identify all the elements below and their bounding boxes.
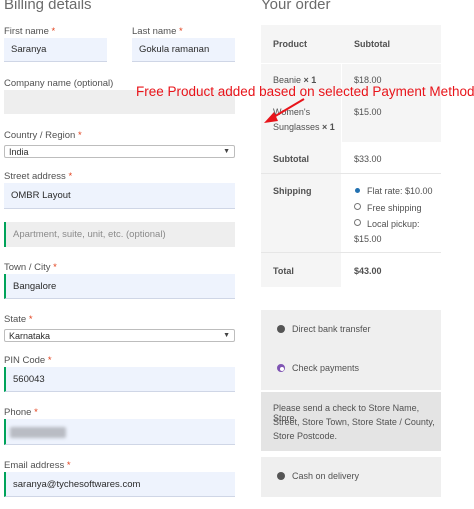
subtotal-value: $33.00 [354,154,382,164]
country-label: Country / Region * [4,130,82,141]
state-value: Karnataka [9,330,51,341]
payment-label-cod: Cash on delivery [292,471,360,481]
town-input[interactable]: Bangalore [4,274,235,299]
description-line: Store Postcode. [273,431,338,441]
shipping-local-pickup-price: $15.00 [354,234,382,244]
state-select[interactable]: Karnataka ▼ [4,329,235,342]
chevron-down-icon: ▼ [223,332,230,339]
first-name-label: First name * [4,26,56,37]
subtotal-label: Subtotal [273,154,309,164]
total-value: $43.00 [354,266,382,276]
annotation-arrow-icon [264,98,305,123]
shipping-radio-local-pickup[interactable] [354,219,361,226]
radio-icon [277,472,285,480]
totals-divider [261,173,441,174]
pin-input[interactable]: 560043 [4,367,235,392]
street-line2-input[interactable]: Apartment, suite, unit, etc. (optional) [4,222,235,247]
street-input[interactable]: OMBR Layout [4,183,235,209]
shipping-radio-free[interactable] [354,203,361,210]
first-name-input[interactable]: Saranya [4,38,107,62]
payment-method-bank-transfer[interactable]: Direct bank transfer [261,310,441,350]
shipping-label: Shipping [273,186,312,196]
street-label: Street address * [4,171,73,182]
shipping-option-local-pickup[interactable]: Local pickup: [367,219,420,229]
product-column-header: Product [273,39,308,49]
chevron-down-icon: ▼ [223,148,230,155]
order-item-price: $15.00 [354,107,382,117]
email-label: Email address * [4,460,71,471]
shipping-radio-flat-rate[interactable] [355,188,360,193]
phone-label: Phone * [4,407,38,418]
country-value: India [9,146,29,157]
payment-label-bank-transfer: Direct bank transfer [292,324,371,334]
totals-divider [261,252,441,253]
redacted-phone-value [10,427,66,438]
last-name-label: Last name * [132,26,183,37]
shipping-option-flat-rate[interactable]: Flat rate: $10.00 [367,186,433,196]
order-column-divider [341,64,342,142]
pin-label: PIN Code * [4,355,52,366]
payment-label-check: Check payments [292,363,360,373]
radio-icon [277,325,285,333]
order-divider [261,63,441,64]
company-label: Company name (optional) [4,78,114,89]
payment-method-cod[interactable]: Cash on delivery [261,457,441,497]
billing-details-title: Billing details [4,0,92,13]
state-label: State * [4,314,33,325]
town-label: Town / City * [4,262,57,273]
subtotal-column-header: Subtotal [354,39,390,49]
your-order-title: Your order [261,0,331,13]
payment-method-check[interactable]: Check payments [261,350,441,390]
country-select[interactable]: India ▼ [4,145,235,158]
check-payment-description: Please send a check to Store Name, Store… [261,392,441,451]
description-line: Street, Store Town, Store State / County… [273,417,435,427]
total-label: Total [273,266,294,276]
email-input[interactable]: saranya@tychesoftwares.com [4,472,235,497]
last-name-input[interactable]: Gokula ramanan [132,38,235,62]
radio-selected-icon [277,364,285,372]
shipping-option-free[interactable]: Free shipping [367,203,422,213]
